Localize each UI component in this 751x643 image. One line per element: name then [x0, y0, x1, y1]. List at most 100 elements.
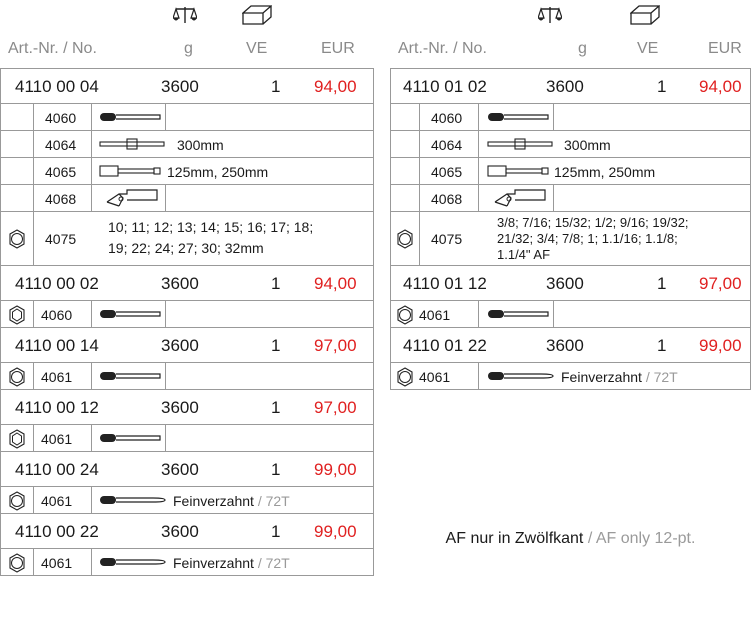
table-row: 4110 00 14 3600 1 97,00	[0, 328, 374, 363]
article-number: 4110 01 22	[403, 336, 487, 355]
weight-box-icon	[630, 5, 660, 25]
scale-icon	[538, 7, 562, 23]
component-code: 4064	[45, 137, 77, 153]
article-number: 4110 00 22	[15, 522, 99, 541]
t-handle-icon	[487, 138, 553, 150]
price-value: 99,00	[699, 336, 742, 355]
weight-box-icon	[242, 5, 272, 25]
ratchet-icon	[100, 113, 161, 121]
t-handle-icon	[99, 138, 165, 150]
weight-value: 3600	[161, 460, 199, 479]
socket-12pt-icon	[397, 229, 413, 249]
left-table: 4110 00 04 3600 1 94,00 4060 4064 300mm …	[0, 68, 374, 576]
price-value: 99,00	[314, 460, 357, 479]
weight-header: g	[578, 40, 587, 57]
component-code: 4065	[431, 164, 463, 180]
socket-12pt-icon	[9, 229, 25, 249]
component-text: 300mm	[177, 137, 224, 153]
component-text: 125mm, 250mm	[167, 164, 269, 180]
socket-12pt-icon	[9, 367, 25, 387]
component-code: 4061	[41, 431, 73, 447]
ve-value: 1	[657, 274, 667, 293]
price-value: 94,00	[314, 77, 357, 96]
ve-value: 1	[271, 77, 281, 96]
list-item: 4065 125mm, 250mm	[0, 158, 374, 185]
component-code: 4065	[45, 164, 77, 180]
list-item: 4065 125mm, 250mm	[390, 158, 751, 185]
table-row: 4110 00 12 3600 1 97,00	[0, 390, 374, 425]
ve-value: 1	[657, 77, 667, 96]
ratchet-icon	[488, 113, 549, 121]
price-value: 97,00	[314, 336, 357, 355]
component-code: 4060	[41, 307, 73, 323]
table-row: 4110 01 12 3600 1 97,00	[390, 266, 751, 301]
component-code: 4061	[419, 369, 451, 385]
price-value: 97,00	[699, 274, 742, 293]
ratchet-icon	[100, 496, 166, 504]
sizes-line: 19; 22; 24; 27; 30; 32mm	[108, 240, 264, 256]
component-code: 4075	[431, 231, 463, 247]
list-item: 4061	[390, 301, 751, 328]
ratchet-icon	[100, 434, 161, 442]
list-item: 4068	[0, 185, 374, 212]
component-text: 125mm, 250mm	[554, 164, 656, 180]
component-code: 4060	[45, 110, 77, 126]
list-item: 4075 10; 11; 12; 13; 14; 15; 16; 17; 18;…	[0, 212, 374, 266]
list-item: 4061 Feinverzahnt / 72T	[0, 549, 374, 576]
table-row: 4110 00 22 3600 1 99,00	[0, 514, 374, 549]
component-code: 4075	[45, 231, 77, 247]
list-item: 4061 Feinverzahnt / 72T	[0, 487, 374, 514]
list-item: 4060	[0, 301, 374, 328]
sizes-line: 21/32; 3/4; 7/8; 1; 1.1/16; 1.1/8;	[497, 231, 678, 246]
ve-header: VE	[637, 40, 659, 57]
scale-icon	[173, 7, 197, 23]
component-code: 4061	[41, 493, 73, 509]
weight-value: 3600	[161, 77, 199, 96]
table-row: 4110 00 04 3600 1 94,00	[0, 69, 374, 104]
extension-bar-icon	[487, 165, 549, 177]
adapter-icon	[106, 189, 158, 207]
price-value: 94,00	[314, 274, 357, 293]
sizes-line: 3/8; 7/16; 15/32; 1/2; 9/16; 19/32;	[497, 215, 689, 230]
note-text: AF nur in Zwölfkant / AF only 12-pt.	[445, 530, 696, 547]
component-code: 4061	[41, 555, 73, 571]
list-item: 4061 Feinverzahnt / 72T	[390, 363, 751, 390]
ve-value: 1	[271, 460, 281, 479]
weight-value: 3600	[546, 274, 584, 293]
price-value: 97,00	[314, 398, 357, 417]
socket-12pt-icon	[397, 367, 413, 387]
weight-value: 3600	[546, 77, 584, 96]
weight-value: 3600	[546, 336, 584, 355]
component-code: 4068	[431, 191, 463, 207]
ve-header: VE	[246, 40, 268, 57]
article-number: 4110 00 02	[15, 274, 99, 293]
component-text: Feinverzahnt / 72T	[173, 555, 290, 571]
art-no-header: Art.-Nr. / No.	[398, 40, 487, 57]
weight-value: 3600	[161, 336, 199, 355]
component-code: 4060	[431, 110, 463, 126]
socket-12pt-icon	[397, 305, 413, 325]
ratchet-icon	[100, 372, 161, 380]
ve-value: 1	[271, 274, 281, 293]
price-value: 99,00	[314, 522, 357, 541]
socket-6pt-icon	[9, 305, 25, 325]
article-number: 4110 00 14	[15, 336, 99, 355]
component-text: Feinverzahnt / 72T	[173, 493, 290, 509]
ratchet-icon	[100, 558, 166, 566]
ve-value: 1	[657, 336, 667, 355]
ve-value: 1	[271, 522, 281, 541]
list-item: 4061	[0, 425, 374, 452]
adapter-icon	[494, 189, 546, 207]
list-item: 4064 300mm	[0, 131, 374, 158]
socket-12pt-icon	[9, 553, 25, 573]
component-text: Feinverzahnt / 72T	[561, 369, 678, 385]
component-code: 4061	[41, 369, 73, 385]
art-no-header: Art.-Nr. / No.	[8, 40, 97, 57]
right-table: 4110 01 02 3600 1 94,00 4060 4064 300mm …	[390, 68, 751, 390]
component-code: 4064	[431, 137, 463, 153]
article-number: 4110 00 04	[15, 77, 99, 96]
weight-header: g	[184, 40, 193, 57]
table-row: 4110 01 02 3600 1 94,00	[390, 69, 751, 104]
weight-value: 3600	[161, 398, 199, 417]
ve-value: 1	[271, 398, 281, 417]
